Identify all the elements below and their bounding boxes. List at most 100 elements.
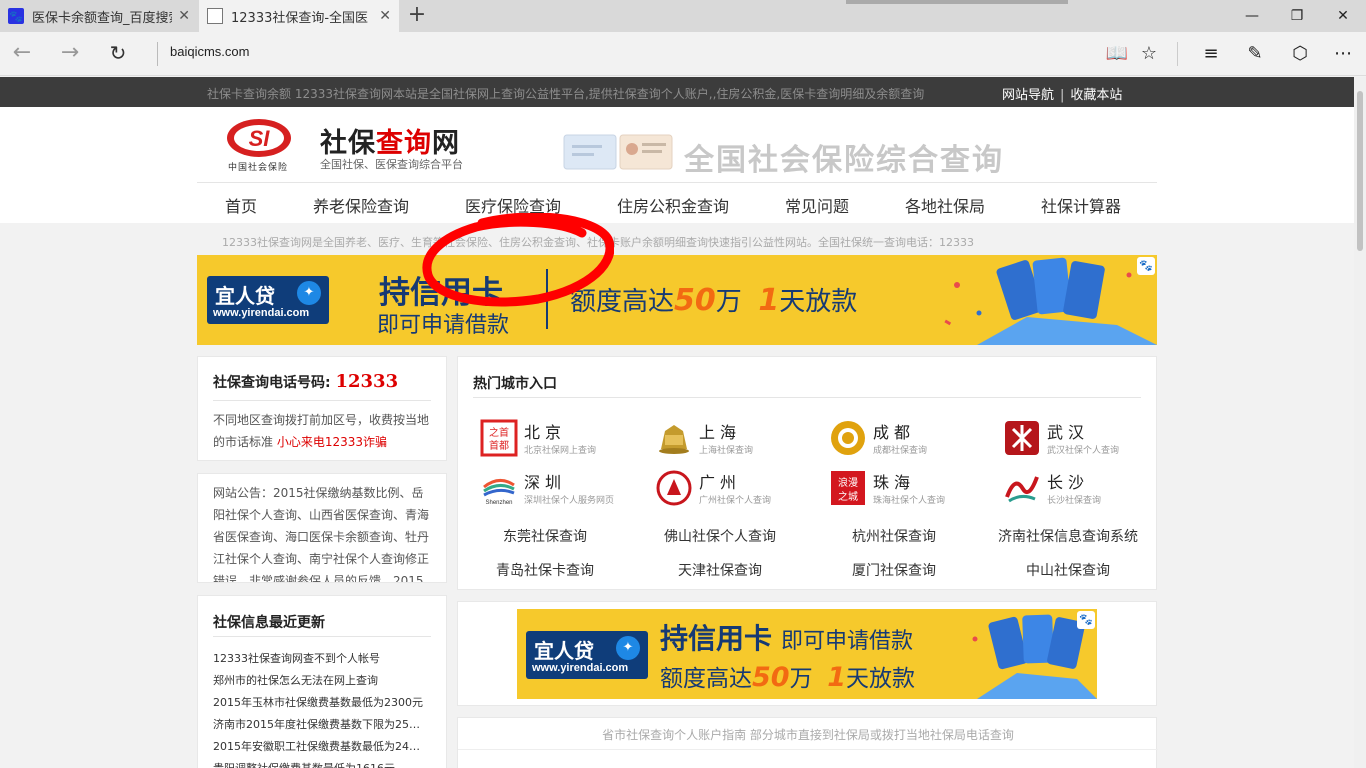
- more-ellipsis-icon[interactable]: ⋯: [1330, 41, 1356, 67]
- city-link-qingdao[interactable]: 青岛社保卡查询: [465, 560, 625, 580]
- city-guangzhou[interactable]: 广州 广州社保个人查询: [655, 467, 825, 511]
- fraud-warning-link[interactable]: 小心来电12333诈骗: [277, 435, 387, 449]
- zhuhai-logo-bottom: 之城: [838, 490, 858, 503]
- city-name: 武汉: [1047, 423, 1090, 442]
- list-item[interactable]: 郑州市的社保怎么无法在网上查询: [213, 670, 423, 692]
- city-link-xiamen[interactable]: 厦门社保查询: [814, 560, 974, 580]
- ad-rate-line: 额度高达50万 1天放款: [660, 659, 915, 693]
- new-tab-plus-icon[interactable]: +: [404, 3, 430, 29]
- ad-banner-middle[interactable]: 宜人贷 ✦ www.yirendai.com 持信用卡 即可申请借款 额度高达5…: [517, 609, 1097, 699]
- restore-icon[interactable]: ❐: [1274, 0, 1320, 32]
- city-name: 深圳: [524, 473, 567, 492]
- site-nav-link[interactable]: 网站导航: [1002, 88, 1054, 103]
- city-subtitle: 广州社保个人查询: [699, 496, 772, 506]
- nav-faq[interactable]: 常见问题: [785, 193, 849, 217]
- ad-banner-top[interactable]: 宜人贷 ✦ www.yirendai.com 持信用卡 即可申请借款 额度高达5…: [197, 255, 1157, 345]
- forward-arrow-icon[interactable]: →: [56, 40, 84, 68]
- recent-updates-title: 社保信息最近更新: [213, 615, 325, 631]
- ad-paw-icon[interactable]: 🐾: [1137, 257, 1155, 275]
- site-name[interactable]: 社保查询网: [320, 121, 460, 160]
- announcement-text: 网站公告：2015社保缴纳基数比例、岳阳社保个人查询、山西省医保查询、青海省医保…: [213, 486, 430, 583]
- city-chengdu[interactable]: 成都 成都社保查询: [829, 417, 999, 461]
- back-arrow-icon[interactable]: ←: [8, 40, 36, 68]
- list-item[interactable]: 济南市2015年度社保缴费基数下限为2566元: [213, 714, 423, 736]
- ad-rate-text: 天放款: [846, 666, 915, 692]
- city-link-foshan[interactable]: 佛山社保个人查询: [640, 526, 800, 546]
- site-header: SI 中国社会保险 社保查询网 全国社保、医保查询综合平台 全国社会保险综合查询…: [0, 107, 1354, 223]
- city-beijing[interactable]: 之首 首都 北京 北京社保网上查询: [480, 417, 650, 461]
- ad-rate-line: 额度高达50万 1天放款: [570, 281, 857, 318]
- city-subtitle: 深圳社保个人服务网页: [524, 496, 615, 506]
- ad-subline: 即可申请借款: [781, 629, 914, 654]
- social-security-cards-image: [563, 134, 673, 170]
- header-banner-slogan: 全国社会保险综合查询: [684, 143, 1004, 178]
- browser-tab-active[interactable]: 12333社保查询-全国医 ✕: [199, 0, 399, 32]
- tab-close-icon[interactable]: ✕: [178, 8, 190, 24]
- shenzhen-logo-text: Shenzhen: [485, 500, 512, 506]
- city-name: 珠海: [873, 473, 916, 492]
- nav-home[interactable]: 首页: [225, 193, 257, 217]
- city-link-tianjin[interactable]: 天津社保查询: [640, 560, 800, 580]
- city-link-hangzhou[interactable]: 杭州社保查询: [814, 526, 974, 546]
- favorite-star-icon[interactable]: ☆: [1136, 41, 1162, 67]
- list-item[interactable]: 12333社保查询网查不到个人帐号: [213, 648, 423, 670]
- nav-medical[interactable]: 医疗保险查询: [465, 193, 561, 217]
- bookmark-site-link[interactable]: 收藏本站: [1070, 88, 1122, 103]
- list-item[interactable]: 2015年玉林市社保缴费基数最低为2300元: [213, 692, 423, 714]
- minimize-icon[interactable]: —: [1229, 0, 1275, 32]
- city-link-jinan[interactable]: 济南社保信息查询系统: [988, 526, 1148, 546]
- list-item[interactable]: 贵阳调整社保缴费基数最低为1616元: [213, 758, 423, 768]
- ad-rate-text: 天放款: [779, 287, 858, 317]
- ad-paw-icon[interactable]: 🐾: [1077, 611, 1095, 629]
- page-icon: [207, 8, 223, 24]
- close-window-icon[interactable]: ✕: [1320, 0, 1366, 32]
- zhuhai-logo-top: 浪漫: [838, 476, 858, 489]
- nav-housing-fund[interactable]: 住房公积金查询: [617, 193, 729, 217]
- hub-menu-icon[interactable]: ≡: [1198, 41, 1224, 67]
- hotline-panel: 社保查询电话号码: 12333 不同地区查询拨打前加区号，收费按当地的市话标准 …: [197, 356, 447, 461]
- share-icon[interactable]: ⬡: [1287, 41, 1313, 67]
- nav-calculator[interactable]: 社保计算器: [1041, 193, 1121, 217]
- ad-brand-badge-icon: ✦: [616, 636, 640, 660]
- zhuhai-logo-icon: 浪漫 之城: [831, 471, 865, 505]
- city-name: 北京: [524, 423, 567, 442]
- si-logo-icon[interactable]: SI: [225, 117, 293, 159]
- reading-view-book-icon[interactable]: 📖: [1104, 41, 1130, 67]
- tab-close-icon[interactable]: ✕: [379, 8, 391, 24]
- window-shadow: [846, 0, 1068, 4]
- site-name-part: 网: [432, 128, 460, 159]
- page-scrollbar[interactable]: [1354, 77, 1366, 768]
- city-shanghai[interactable]: 上海 上海社保查询: [655, 417, 825, 461]
- nav-pension[interactable]: 养老保险查询: [313, 193, 409, 217]
- divider: [213, 636, 431, 637]
- top-info-strip: 社保卡查询余额 12333社保查询网本站是全国社保网上查询公益性平台,提供社保查…: [0, 77, 1354, 107]
- ad-rate-text: 万: [789, 666, 813, 692]
- top-links: 网站导航 | 收藏本站: [1002, 84, 1122, 103]
- chengdu-sunbird-icon: [831, 421, 865, 455]
- city-changsha[interactable]: 长沙 长沙社保查询: [1003, 467, 1173, 511]
- scrollbar-thumb[interactable]: [1357, 91, 1363, 251]
- city-link-dongguan[interactable]: 东莞社保查询: [465, 526, 625, 546]
- city-shenzhen[interactable]: Shenzhen 深圳 深圳社保个人服务网页: [480, 467, 650, 511]
- web-note-pen-icon[interactable]: ✎: [1242, 41, 1268, 67]
- refresh-icon[interactable]: ↻: [104, 40, 132, 68]
- recent-updates-panel: 社保信息最近更新 12333社保查询网查不到个人帐号 郑州市的社保怎么无法在网上…: [197, 595, 447, 768]
- ad-brand-badge-icon: ✦: [297, 281, 321, 305]
- recent-updates-list: 12333社保查询网查不到个人帐号 郑州市的社保怎么无法在网上查询 2015年玉…: [213, 648, 423, 768]
- url-separator: [157, 42, 158, 66]
- list-item[interactable]: 2015年安徽职工社保缴费基数最低为2400元: [213, 736, 423, 758]
- city-wuhan[interactable]: 武汉 武汉社保个人查询: [1003, 417, 1173, 461]
- logo-caption: 中国社会保险: [228, 163, 289, 173]
- hot-cities-title: 热门城市入口: [473, 376, 557, 392]
- browser-tab[interactable]: 🐾 医保卡余额查询_百度搜索 ✕: [0, 0, 198, 32]
- url-field[interactable]: baiqicms.com: [170, 44, 249, 59]
- site-name-part: 社保: [320, 128, 376, 159]
- nav-local-bureaus[interactable]: 各地社保局: [905, 193, 985, 217]
- ad-rate-number: 1: [827, 662, 846, 693]
- city-name: 长沙: [1047, 473, 1090, 492]
- city-name: 上海: [699, 423, 742, 442]
- ad-rate-number: 50: [674, 283, 716, 318]
- city-zhuhai[interactable]: 浪漫 之城 珠海 珠海社保个人查询: [829, 467, 999, 511]
- hotline-title-text: 社保查询电话号码:: [213, 375, 331, 391]
- city-link-zhongshan[interactable]: 中山社保查询: [988, 560, 1148, 580]
